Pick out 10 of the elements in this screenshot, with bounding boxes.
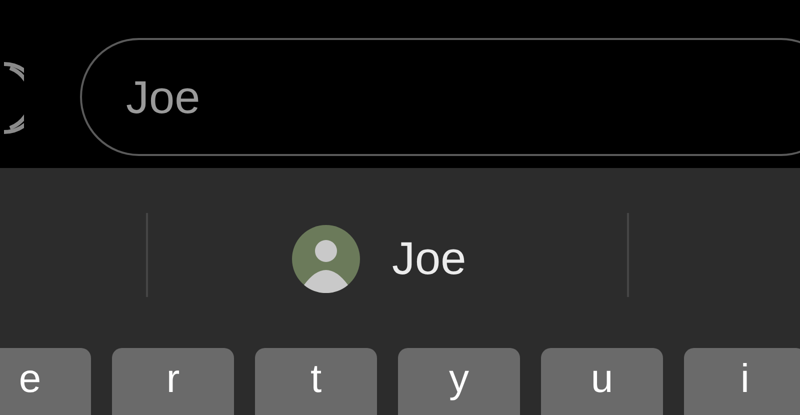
key[interactable]: r <box>112 348 234 415</box>
search-value: Joe <box>126 70 200 124</box>
key[interactable]: t <box>255 348 377 415</box>
key[interactable]: u <box>541 348 663 415</box>
key[interactable]: i <box>684 348 800 415</box>
avatar-icon <box>292 224 360 292</box>
search-field[interactable]: Joe <box>80 38 800 156</box>
key[interactable]: e <box>0 348 91 415</box>
contact-suggestion[interactable]: Joe <box>392 224 466 293</box>
key[interactable]: y <box>398 348 520 415</box>
